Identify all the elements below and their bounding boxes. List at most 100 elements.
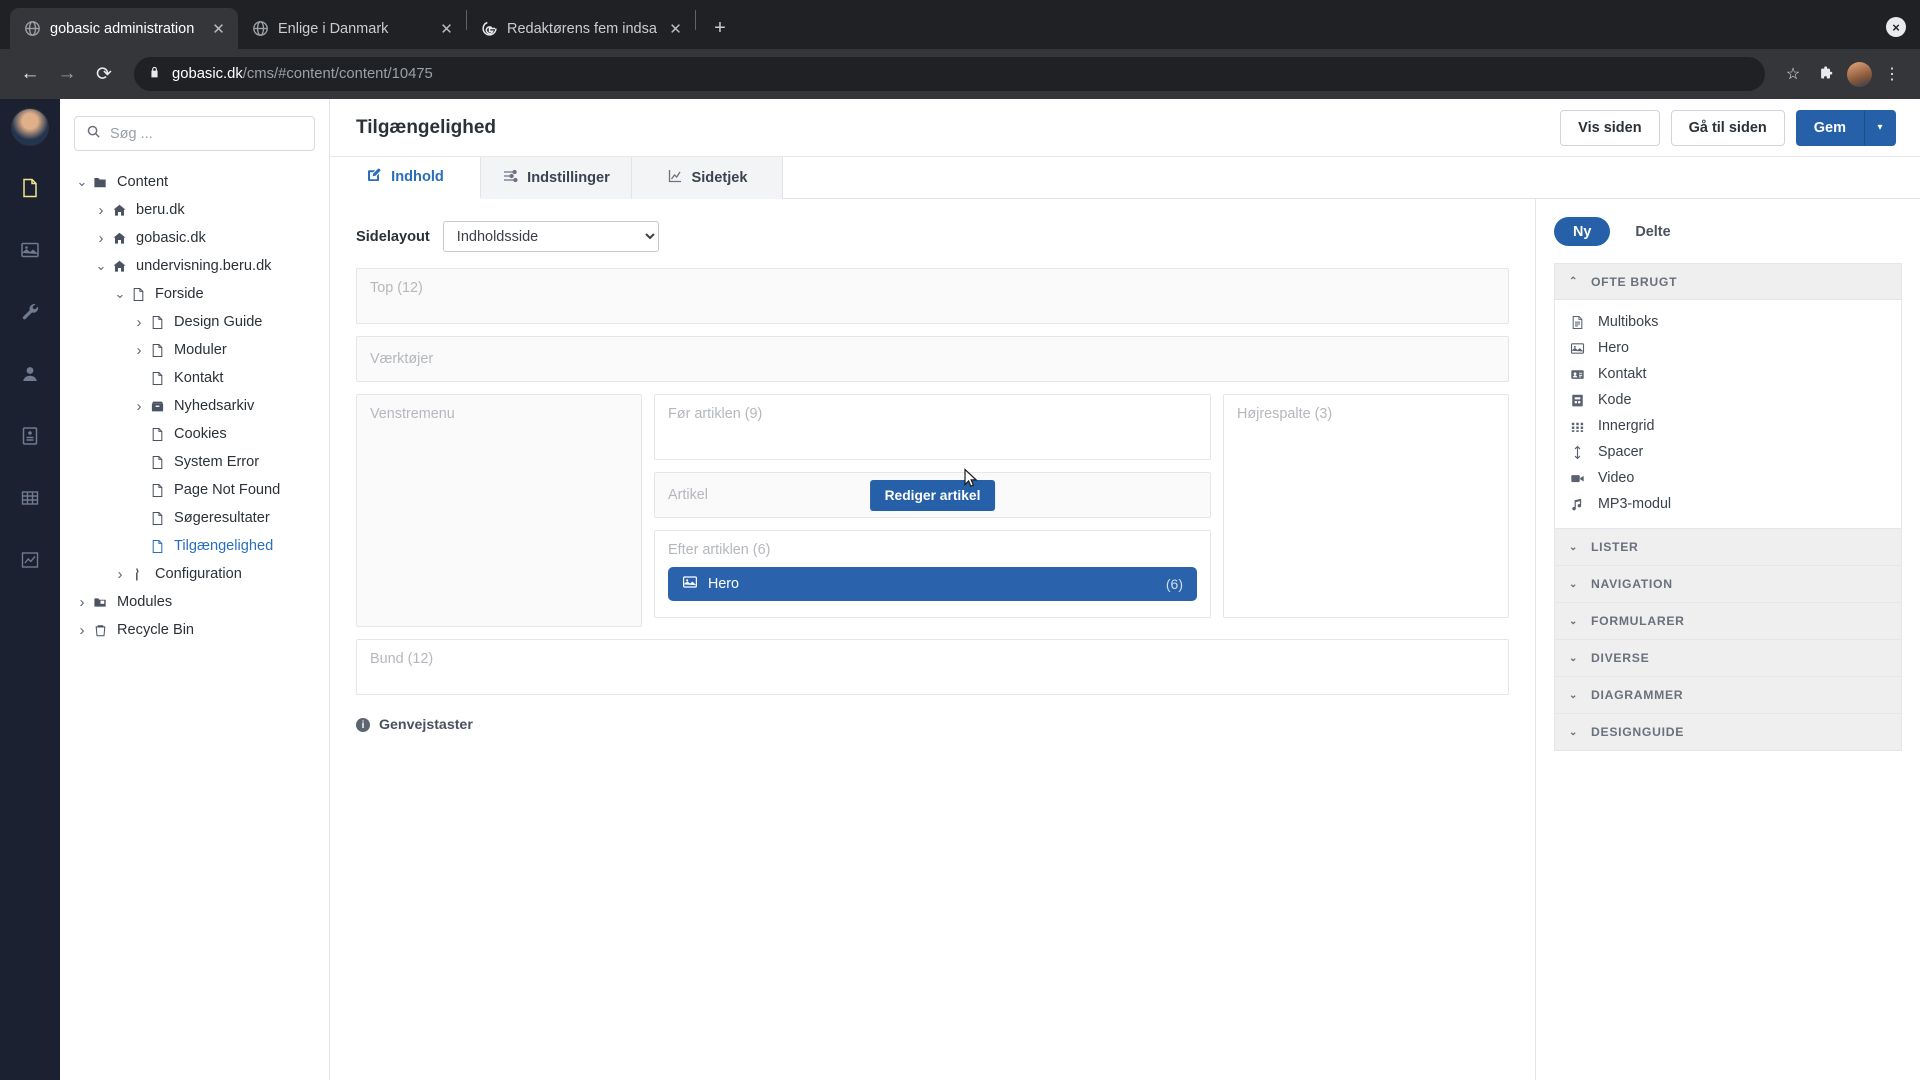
- component-item-mp3-modul[interactable]: MP3-modul: [1555, 491, 1901, 517]
- toggle-shared[interactable]: Delte: [1616, 217, 1689, 246]
- tree-node-kontakt[interactable]: Kontakt: [60, 364, 329, 392]
- component-item-hero[interactable]: Hero: [1555, 335, 1901, 361]
- tree-node-recycle-bin[interactable]: › Recycle Bin: [60, 616, 329, 644]
- close-icon[interactable]: ✕: [666, 19, 685, 38]
- zone-before-article[interactable]: Før artiklen (9): [654, 394, 1211, 460]
- close-icon[interactable]: ✕: [437, 19, 456, 38]
- chevron-right-icon[interactable]: ›: [93, 202, 109, 219]
- tree-node-cookies[interactable]: Cookies: [60, 420, 329, 448]
- forward-icon[interactable]: →: [51, 58, 83, 90]
- accordion-header-diverse[interactable]: ⌄ DIVERSE: [1555, 640, 1901, 676]
- accordion-header-designguide[interactable]: ⌄ DESIGNGUIDE: [1555, 714, 1901, 750]
- component-item-spacer[interactable]: Spacer: [1555, 439, 1901, 465]
- user-avatar[interactable]: [11, 108, 49, 146]
- chevron-down-icon: ⌄: [1569, 541, 1579, 553]
- zone-left-menu[interactable]: Venstremenu: [356, 394, 642, 627]
- rail-item-users[interactable]: [0, 345, 60, 407]
- tree-node-s-geresultater[interactable]: Søgeresultater: [60, 504, 329, 532]
- tree-node-moduler[interactable]: › Moduler: [60, 336, 329, 364]
- tree-node-gobasic-dk[interactable]: › gobasic.dk: [60, 224, 329, 252]
- chevron-right-icon[interactable]: ›: [74, 622, 90, 639]
- zone-before-article-label: Før artiklen (9): [668, 406, 763, 422]
- component-item-video[interactable]: Video: [1555, 465, 1901, 491]
- accordion-header-lister[interactable]: ⌄ LISTER: [1555, 529, 1901, 565]
- component-item-kontakt[interactable]: Kontakt: [1555, 361, 1901, 387]
- component-item-label: Video: [1598, 470, 1635, 486]
- tree-node-system-error[interactable]: System Error: [60, 448, 329, 476]
- accordion-header-diagrammer[interactable]: ⌄ DIAGRAMMER: [1555, 677, 1901, 713]
- chevron-right-icon[interactable]: ›: [74, 594, 90, 611]
- shortcuts-link[interactable]: i Genvejstaster: [356, 717, 1509, 733]
- edit-article-button[interactable]: Rediger artikel: [869, 479, 996, 511]
- tree-node-configuration[interactable]: › Configuration: [60, 560, 329, 588]
- rail-item-analytics[interactable]: [0, 531, 60, 593]
- tree-node-nyhedsarkiv[interactable]: › Nyhedsarkiv: [60, 392, 329, 420]
- back-icon[interactable]: ←: [14, 58, 46, 90]
- module-chip-hero[interactable]: Hero (6): [668, 567, 1197, 601]
- bookmark-star-icon[interactable]: ☆: [1779, 60, 1807, 88]
- chevron-down-icon[interactable]: ⌄: [93, 259, 109, 272]
- tree-node-label: beru.dk: [136, 202, 185, 218]
- browser-menu-icon[interactable]: ⋮: [1878, 60, 1906, 88]
- view-page-button[interactable]: Vis siden: [1560, 109, 1660, 146]
- save-button[interactable]: Gem: [1795, 109, 1864, 146]
- modules-icon: [90, 595, 110, 610]
- chevron-down-icon[interactable]: ⌄: [74, 175, 90, 188]
- accordion-header-ofte-brugt[interactable]: ⌃ OFTE BRUGT: [1555, 264, 1901, 300]
- rail-item-tables[interactable]: [0, 469, 60, 531]
- go-to-page-button[interactable]: Gå til siden: [1670, 109, 1785, 146]
- zone-top[interactable]: Top (12): [356, 268, 1509, 324]
- tree-node-tilg-ngelighed[interactable]: Tilgængelighed: [60, 532, 329, 560]
- search-input[interactable]: [110, 125, 303, 142]
- close-icon[interactable]: ✕: [209, 19, 228, 38]
- accordion-header-formularer[interactable]: ⌄ FORMULARER: [1555, 603, 1901, 639]
- tree-node-forside[interactable]: ⌄ Forside: [60, 280, 329, 308]
- tab-indhold[interactable]: Indhold: [330, 157, 481, 199]
- component-item-innergrid[interactable]: Innergrid: [1555, 413, 1901, 439]
- tree-node-undervisning-beru-dk[interactable]: ⌄ undervisning.beru.dk: [60, 252, 329, 280]
- new-tab-button[interactable]: +: [704, 12, 736, 44]
- tree-node-label: Recycle Bin: [117, 622, 195, 638]
- chevron-down-icon[interactable]: ▾: [1864, 109, 1896, 146]
- search-box[interactable]: [74, 116, 315, 151]
- chevron-right-icon[interactable]: ›: [131, 314, 147, 331]
- component-item-multiboks[interactable]: Multiboks: [1555, 309, 1901, 335]
- tab-indstillinger[interactable]: Indstillinger: [481, 157, 632, 199]
- toggle-new[interactable]: Ny: [1554, 217, 1611, 246]
- browser-tab-2[interactable]: Enlige i Danmark ✕: [238, 8, 466, 49]
- chevron-right-icon[interactable]: ›: [93, 230, 109, 247]
- component-item-label: Hero: [1598, 340, 1629, 356]
- component-item-kode[interactable]: Kode: [1555, 387, 1901, 413]
- address-bar[interactable]: gobasic.dk/cms/#content/content/10475: [134, 57, 1765, 91]
- rail-item-media[interactable]: [0, 221, 60, 283]
- zone-right-column[interactable]: Højrespalte (3): [1223, 394, 1509, 618]
- tree-node-modules[interactable]: › Modules: [60, 588, 329, 616]
- rail-item-forms[interactable]: [0, 407, 60, 469]
- profile-avatar[interactable]: [1845, 60, 1873, 88]
- tree-node-beru-dk[interactable]: › beru.dk: [60, 196, 329, 224]
- tree-node-content[interactable]: ⌄ Content: [60, 168, 329, 196]
- zone-article[interactable]: Artikel Rediger artikel: [654, 472, 1211, 518]
- tab-sidetjek[interactable]: Sidetjek: [632, 157, 783, 199]
- layout-center-column: Før artiklen (9) Artikel Rediger artikel…: [654, 394, 1211, 618]
- chevron-right-icon[interactable]: ›: [131, 342, 147, 359]
- rail-item-settings[interactable]: [0, 283, 60, 345]
- window-close-button[interactable]: ×: [1886, 17, 1906, 37]
- accordion-header-navigation[interactable]: ⌄ NAVIGATION: [1555, 566, 1901, 602]
- layout-select[interactable]: Indholdsside: [442, 221, 659, 252]
- chevron-down-icon[interactable]: ⌄: [112, 287, 128, 300]
- chevron-right-icon[interactable]: ›: [112, 566, 128, 583]
- tree-node-design-guide[interactable]: › Design Guide: [60, 308, 329, 336]
- zone-bottom[interactable]: Bund (12): [356, 639, 1509, 695]
- tree-node-page-not-found[interactable]: Page Not Found: [60, 476, 329, 504]
- chevron-right-icon[interactable]: ›: [131, 398, 147, 415]
- reload-icon[interactable]: ⟳: [88, 58, 120, 90]
- browser-tab-3[interactable]: Redaktørens fem indsatsområ ✕: [467, 8, 695, 49]
- browser-tab-2-title: Enlige i Danmark: [278, 20, 389, 37]
- extensions-icon[interactable]: [1812, 60, 1840, 88]
- zone-tools[interactable]: Værktøjer: [356, 336, 1509, 382]
- rail-item-content[interactable]: [0, 159, 60, 221]
- layout-middle-row: Venstremenu Før artiklen (9) Artikel Red…: [356, 394, 1509, 627]
- zone-after-article[interactable]: Efter artiklen (6) Hero (6): [654, 530, 1211, 618]
- browser-tab-1[interactable]: gobasic administration ✕: [10, 8, 238, 49]
